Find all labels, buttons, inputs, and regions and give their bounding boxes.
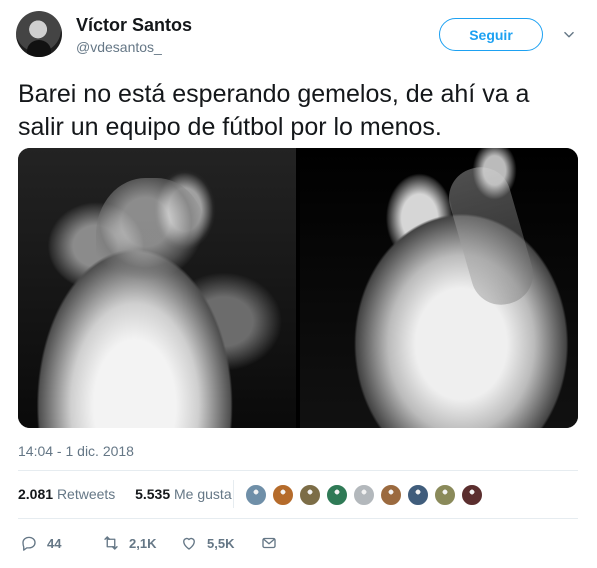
- liker-avatar[interactable]: [461, 484, 483, 506]
- retweets-count[interactable]: 2.081: [18, 486, 53, 502]
- likes-count[interactable]: 5.535: [135, 486, 170, 502]
- author-handle[interactable]: @vdesantos_: [76, 39, 162, 55]
- liker-avatar[interactable]: [272, 484, 294, 506]
- tweet-timestamp[interactable]: 14:04 - 1 dic. 2018: [18, 443, 134, 459]
- tweet-photo[interactable]: [300, 148, 578, 428]
- reply-icon: [22, 536, 36, 551]
- divider: [18, 470, 578, 471]
- liker-avatar[interactable]: [407, 484, 429, 506]
- like-button[interactable]: 5,5K: [180, 533, 234, 553]
- like-count: 5,5K: [207, 535, 235, 551]
- retweets-label[interactable]: Retweets: [57, 486, 115, 502]
- retweet-count: 2,1K: [129, 535, 157, 551]
- envelope-icon: [262, 537, 276, 549]
- stats-separator: [233, 480, 234, 508]
- reply-button[interactable]: 44: [20, 533, 61, 553]
- heart-icon: [183, 537, 195, 550]
- likes-label[interactable]: Me gusta: [174, 486, 232, 502]
- liker-avatar[interactable]: [299, 484, 321, 506]
- reply-count: 44: [47, 535, 62, 551]
- liker-avatar[interactable]: [380, 484, 402, 506]
- follow-button[interactable]: Seguir: [439, 18, 543, 51]
- liker-avatar[interactable]: [434, 484, 456, 506]
- chevron-down-icon[interactable]: [562, 28, 576, 42]
- tweet-photo[interactable]: [18, 148, 296, 428]
- liker-avatar[interactable]: [245, 484, 267, 506]
- liker-avatar[interactable]: [353, 484, 375, 506]
- tweet-actions: 44 2,1K 5,5K: [20, 533, 300, 553]
- divider: [18, 518, 578, 519]
- retweet-button[interactable]: 2,1K: [102, 533, 156, 553]
- author-name[interactable]: Víctor Santos: [76, 15, 192, 36]
- author-avatar[interactable]: [16, 11, 62, 57]
- tweet-card: Víctor Santos @vdesantos_ Seguir Barei n…: [0, 0, 597, 568]
- liker-avatar[interactable]: [326, 484, 348, 506]
- engagement-stats: 2.081 Retweets 5.535 Me gusta: [18, 486, 232, 502]
- tweet-media[interactable]: [18, 148, 578, 428]
- tweet-text: Barei no está esperando gemelos, de ahí …: [18, 80, 530, 141]
- direct-message-button[interactable]: [260, 533, 278, 553]
- retweet-icon: [104, 536, 118, 550]
